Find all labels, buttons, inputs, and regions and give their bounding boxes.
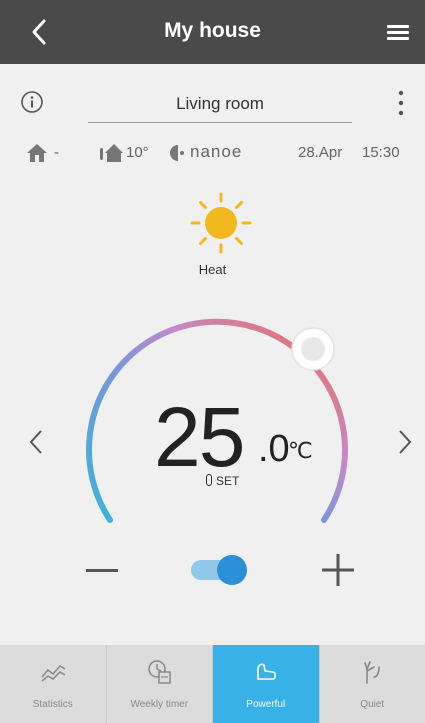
setpoint-decimal: .0 <box>258 428 290 470</box>
powerful-icon <box>256 663 276 680</box>
tab-label: Weekly timer <box>130 699 189 710</box>
status-time: 15:30 <box>362 144 400 161</box>
decrease-temp-button[interactable] <box>86 569 118 572</box>
room-underline <box>88 122 352 123</box>
tab-quiet[interactable]: Quiet <box>320 645 425 723</box>
hamburger-menu-icon[interactable] <box>385 20 411 44</box>
info-icon[interactable] <box>20 90 44 114</box>
tab-label: Quiet <box>360 699 385 710</box>
power-toggle[interactable] <box>191 555 251 585</box>
mode-label: Heat <box>198 262 227 277</box>
previous-arrow-icon[interactable] <box>26 428 46 456</box>
quiet-icon <box>364 661 381 684</box>
weekly-timer-icon <box>148 660 171 684</box>
setpoint-label: SET <box>206 474 239 488</box>
next-arrow-icon[interactable] <box>395 428 415 456</box>
setpoint-unit: ℃ <box>288 438 313 463</box>
tab-label: Statistics <box>32 699 73 710</box>
indoor-temp: - <box>54 144 59 161</box>
indoor-home-icon <box>27 144 47 162</box>
status-date: 28.Apr <box>298 144 343 161</box>
room-name[interactable]: Living room <box>88 94 352 114</box>
tab-label: Powerful <box>246 699 286 710</box>
room-selector: Living room <box>0 84 425 128</box>
nanoe-label: nanoe <box>190 142 243 161</box>
sun-icon[interactable] <box>186 188 256 258</box>
statistics-icon <box>41 665 66 682</box>
outdoor-temp: 10° <box>126 144 149 161</box>
more-options-icon[interactable] <box>391 88 411 118</box>
toggle-knob <box>217 555 247 585</box>
nanoe-icon <box>170 145 184 161</box>
increase-temp-button[interactable] <box>322 554 354 586</box>
bottom-tab-bar: Statistics Weekly timer Powerful Quiet <box>0 645 425 723</box>
tab-powerful[interactable]: Powerful <box>213 645 320 723</box>
status-row: - 10° nanoe 28.Apr 15:30 <box>0 140 425 170</box>
tab-statistics[interactable]: Statistics <box>0 645 107 723</box>
tab-weekly-timer[interactable]: Weekly timer <box>107 645 213 723</box>
set-text: SET <box>216 474 240 488</box>
setpoint-integer: 25 <box>154 390 245 484</box>
app-header: My house <box>0 0 425 64</box>
page-title: My house <box>164 19 261 42</box>
thermometer-icon <box>206 474 212 486</box>
outdoor-temp-icon <box>100 144 123 162</box>
